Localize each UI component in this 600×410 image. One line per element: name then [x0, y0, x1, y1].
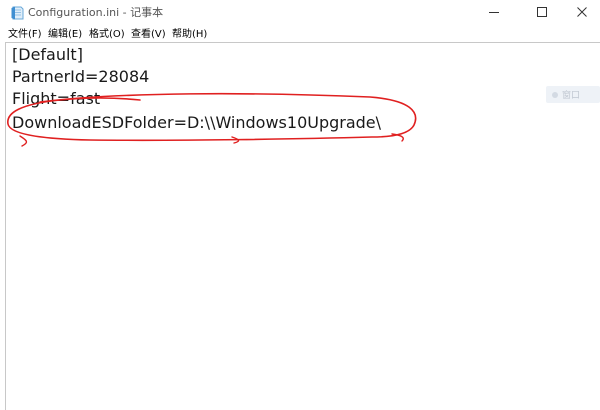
menu-edit[interactable]: 编辑(E)	[48, 25, 82, 40]
side-chip-label: 窗口	[562, 91, 581, 101]
side-chip: 窗口	[546, 86, 600, 103]
minimize-icon	[489, 7, 499, 17]
menu-format[interactable]: 格式(O)	[89, 25, 125, 40]
menu-view[interactable]: 查看(V)	[131, 25, 166, 40]
title-bar[interactable]: Configuration.ini - 记事本	[0, 0, 600, 24]
text-line: [Default]	[12, 45, 83, 64]
minimize-button[interactable]	[472, 0, 516, 24]
side-chip-dot	[552, 91, 558, 98]
text-editor[interactable]: [Default] PartnerId=28084 Flight=fast Do…	[5, 42, 600, 410]
text-line: PartnerId=28084	[12, 67, 150, 86]
menu-bar: 文件(F) 编辑(E) 格式(O) 查看(V) 帮助(H)	[0, 24, 600, 42]
menu-file[interactable]: 文件(F)	[8, 25, 42, 40]
notepad-window: Configuration.ini - 记事本 文件(F) 编辑(E) 格式(O…	[0, 0, 600, 410]
menu-help[interactable]: 帮助(H)	[172, 25, 207, 40]
maximize-icon	[537, 7, 547, 17]
close-button[interactable]	[560, 0, 600, 24]
notepad-icon	[11, 5, 24, 20]
text-line: DownloadESDFolder=D:\\Windows10Upgrade\	[12, 113, 382, 132]
text-line: Flight=fast	[12, 89, 101, 108]
close-icon	[577, 7, 587, 17]
window-title: Configuration.ini - 记事本	[28, 6, 164, 19]
maximize-button[interactable]	[520, 0, 564, 24]
